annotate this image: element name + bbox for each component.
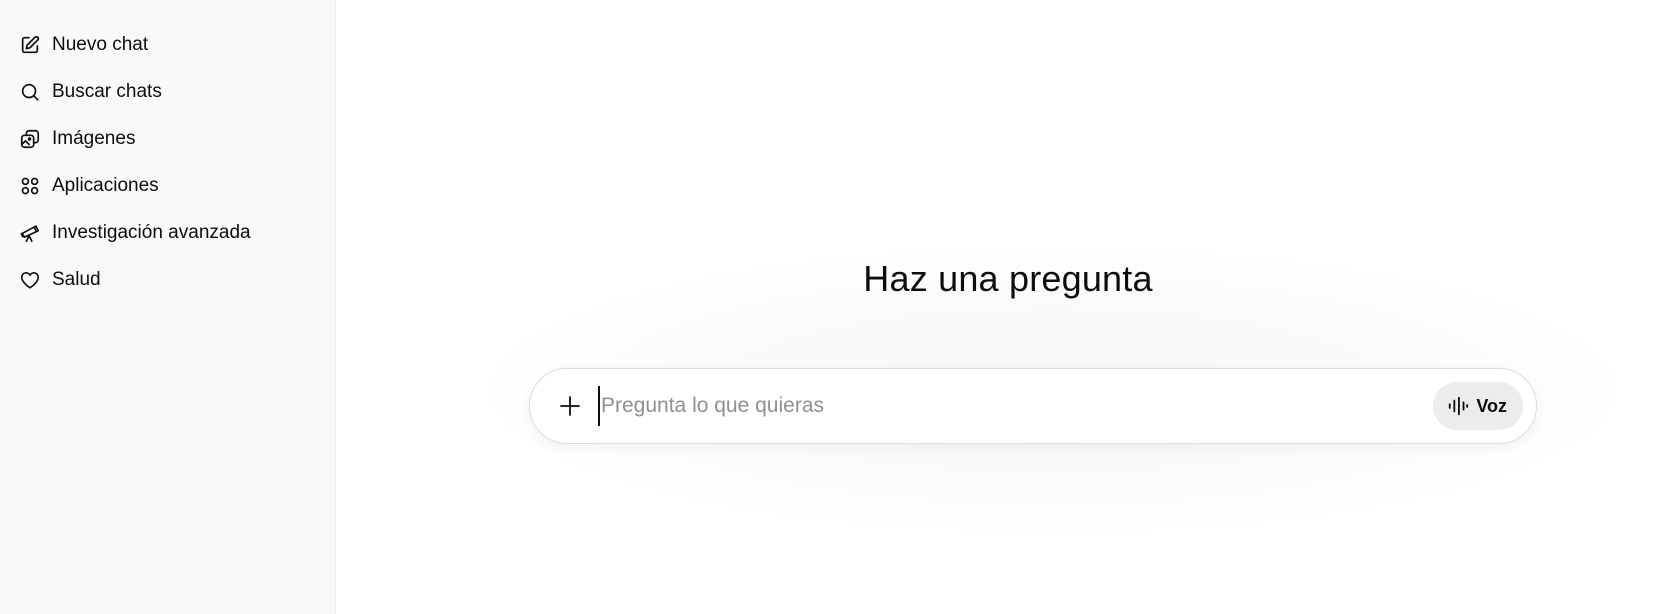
app-root: Nuevo chat Buscar chats Imágenes Aplicac… [0,0,1680,614]
main-area: Haz una pregunta Voz [336,0,1680,614]
sidebar-item-health[interactable]: Salud [10,258,325,302]
sidebar: Nuevo chat Buscar chats Imágenes Aplicac… [0,0,336,614]
sidebar-item-label: Investigación avanzada [52,222,251,243]
sidebar-item-new-chat[interactable]: Nuevo chat [10,23,325,67]
telescope-icon [19,222,41,244]
edit-icon [19,34,41,56]
apps-grid-icon [19,175,41,197]
prompt-composer: Voz [529,368,1537,444]
add-attachment-button[interactable] [550,386,590,426]
plus-icon [560,396,580,416]
sidebar-item-search-chats[interactable]: Buscar chats [10,70,325,114]
voice-button-label: Voz [1476,395,1507,416]
voice-waveform-icon [1449,396,1469,416]
sidebar-item-apps[interactable]: Aplicaciones [10,164,325,208]
page-title: Haz una pregunta [863,258,1153,299]
sidebar-item-label: Salud [52,269,101,290]
images-icon [19,128,41,150]
sidebar-item-label: Buscar chats [52,81,162,102]
sidebar-item-label: Aplicaciones [52,175,159,196]
sidebar-item-deep-research[interactable]: Investigación avanzada [10,211,325,255]
sidebar-item-label: Imágenes [52,128,136,149]
sidebar-item-label: Nuevo chat [52,34,149,55]
search-icon [19,81,41,103]
heart-icon [19,269,41,291]
voice-button[interactable]: Voz [1433,382,1523,430]
sidebar-item-images[interactable]: Imágenes [10,117,325,161]
prompt-input[interactable] [598,386,1434,426]
